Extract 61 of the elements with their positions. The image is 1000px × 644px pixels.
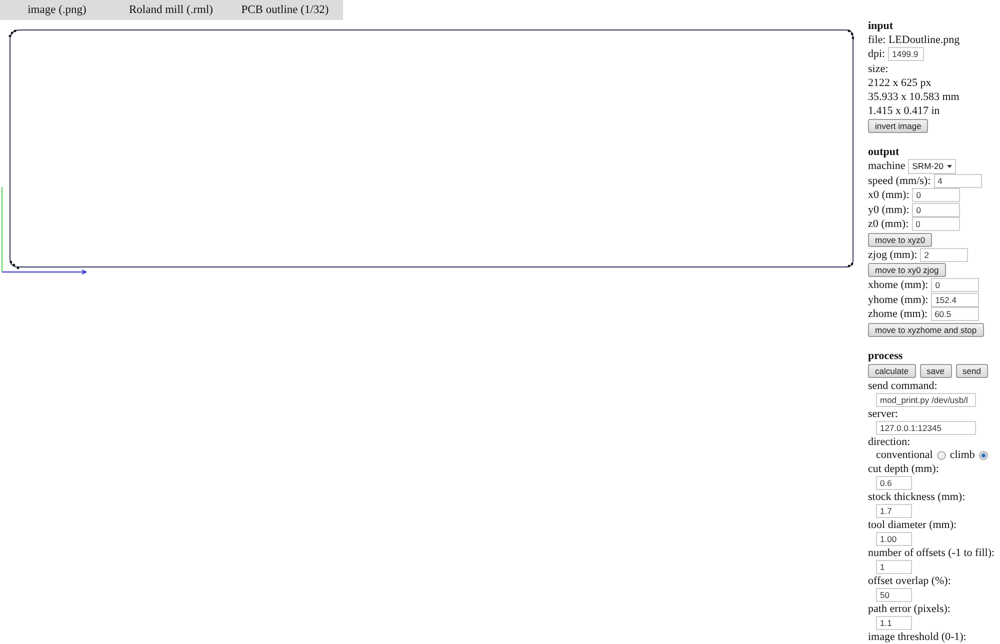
radio-label: climb (950, 449, 975, 462)
field-label: xhome (mm): (868, 279, 928, 292)
field-label: stock thickness (mm): (868, 490, 966, 504)
input-field[interactable]: 1.1 (876, 616, 912, 630)
field-label: server: (868, 406, 899, 420)
action-button[interactable]: move to xy0 zjog (868, 263, 946, 277)
action-button[interactable]: invert image (868, 118, 928, 132)
field-label: path error (pixels): (868, 602, 952, 616)
field-label: speed (mm/s): (868, 174, 931, 187)
field-label: tool diameter (mm): (868, 518, 958, 532)
input-field[interactable]: 152.4 (931, 292, 980, 307)
menu-item[interactable]: image (.png) (0, 4, 114, 16)
field-label: offset overlap (%): (868, 574, 952, 588)
label-text: size: (868, 62, 890, 76)
caret-icon (947, 164, 952, 168)
label-text: file: LEDoutline.png (868, 33, 961, 47)
input-field[interactable]: 0 (912, 202, 960, 217)
field-label: y0 (mm): (868, 204, 910, 216)
input-field[interactable]: 60.5 (930, 307, 979, 322)
action-button[interactable]: save (920, 364, 952, 378)
action-button[interactable]: move to xyzhome and stop (868, 322, 984, 336)
input-field[interactable]: 1.7 (876, 504, 912, 518)
radio-button[interactable] (978, 450, 988, 460)
section-title: output (868, 146, 900, 158)
field-label: dpi: (868, 48, 886, 60)
input-field[interactable]: 0.6 (876, 476, 912, 490)
machine-dropdown[interactable]: SRM-20 (908, 158, 956, 174)
field-label: machine (868, 160, 906, 172)
radio-label: conventional (876, 449, 933, 462)
label-text: 1.415 x 0.417 in (868, 104, 941, 118)
field-label: yhome (mm): (868, 294, 928, 306)
input-field[interactable]: 4 (934, 174, 982, 188)
action-button[interactable]: send (956, 364, 988, 378)
input-field[interactable]: 0 (912, 188, 960, 202)
input-field[interactable]: 50 (876, 588, 912, 602)
label-text: 2122 x 625 px (868, 76, 932, 90)
input-field[interactable]: mod_print.py /dev/usb/l (876, 392, 976, 406)
field-label: z0 (mm): (868, 218, 909, 230)
section-title: input (868, 20, 894, 33)
field-label: send command: (868, 378, 938, 392)
field-label: zhome (mm): (868, 308, 928, 320)
input-field[interactable]: 127.0.0.1:12345 (876, 420, 976, 434)
label-text: 35.933 x 10.583 mm (868, 90, 960, 104)
input-field[interactable]: 1 (876, 560, 912, 574)
action-button[interactable]: move to xyz0 (868, 232, 932, 246)
menu-item[interactable]: Roland mill (.rml) (114, 4, 228, 16)
radio-button[interactable] (936, 450, 946, 460)
input-field[interactable]: 2 (920, 248, 968, 262)
menu-item[interactable]: PCB outline (1/32) (228, 4, 342, 16)
label-text: image threshold (0-1): (868, 630, 968, 644)
field-label: x0 (mm): (868, 189, 910, 202)
section-title: process (868, 350, 904, 362)
label-text: direction: (868, 434, 912, 448)
field-label: zjog (mm): (868, 248, 918, 261)
action-button[interactable]: calculate (868, 364, 916, 378)
field-label: number of offsets (-1 to fill): (868, 546, 996, 560)
input-field[interactable]: 0 (912, 217, 960, 232)
input-field[interactable]: 0 (931, 278, 980, 292)
input-field[interactable]: 1.00 (876, 532, 912, 546)
input-field[interactable]: 1499.9 (888, 47, 924, 62)
field-label: cut depth (mm): (868, 462, 940, 476)
